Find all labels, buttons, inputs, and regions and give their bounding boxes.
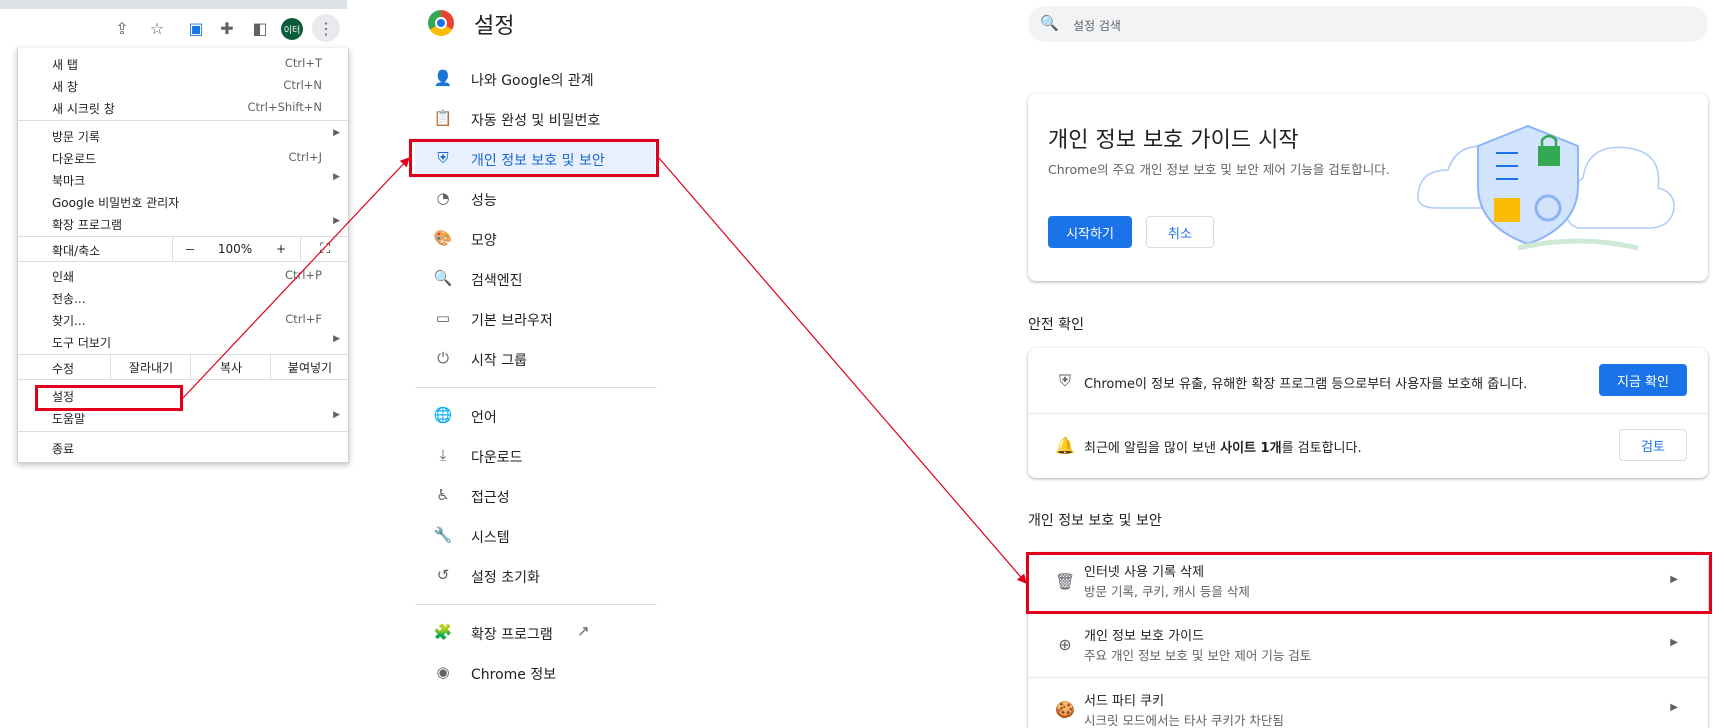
connector-arrows <box>182 157 1027 584</box>
arrow-nav-to-clear-data <box>658 157 1027 584</box>
arrow-settings-to-nav <box>182 157 410 399</box>
